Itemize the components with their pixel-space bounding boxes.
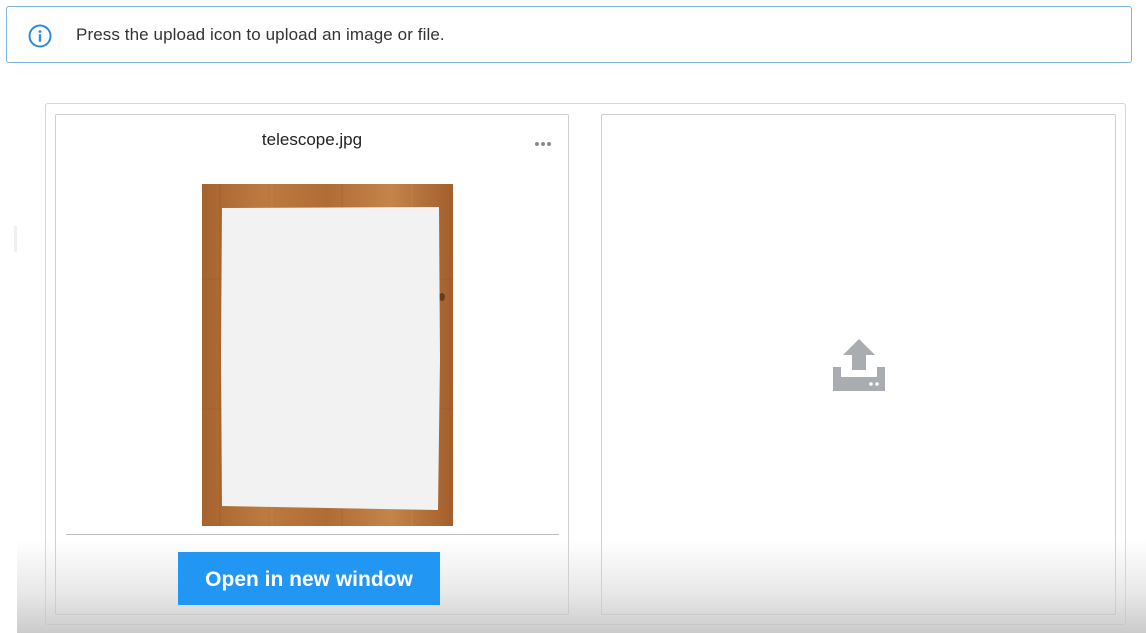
scroll-edge: [14, 226, 17, 252]
info-message: Press the upload icon to upload an image…: [76, 25, 445, 44]
info-banner: Press the upload icon to upload an image…: [6, 6, 1132, 63]
info-icon: [28, 24, 52, 48]
file-name: telescope.jpg: [261, 130, 363, 149]
upload-card[interactable]: [601, 114, 1116, 615]
image-preview[interactable]: [202, 184, 453, 526]
divider: [66, 534, 559, 535]
open-in-new-window-button[interactable]: Open in new window: [178, 552, 440, 605]
file-card: telescope.jpg: [55, 114, 569, 615]
upload-icon[interactable]: [831, 337, 887, 393]
more-horizontal-icon[interactable]: [533, 135, 553, 146]
